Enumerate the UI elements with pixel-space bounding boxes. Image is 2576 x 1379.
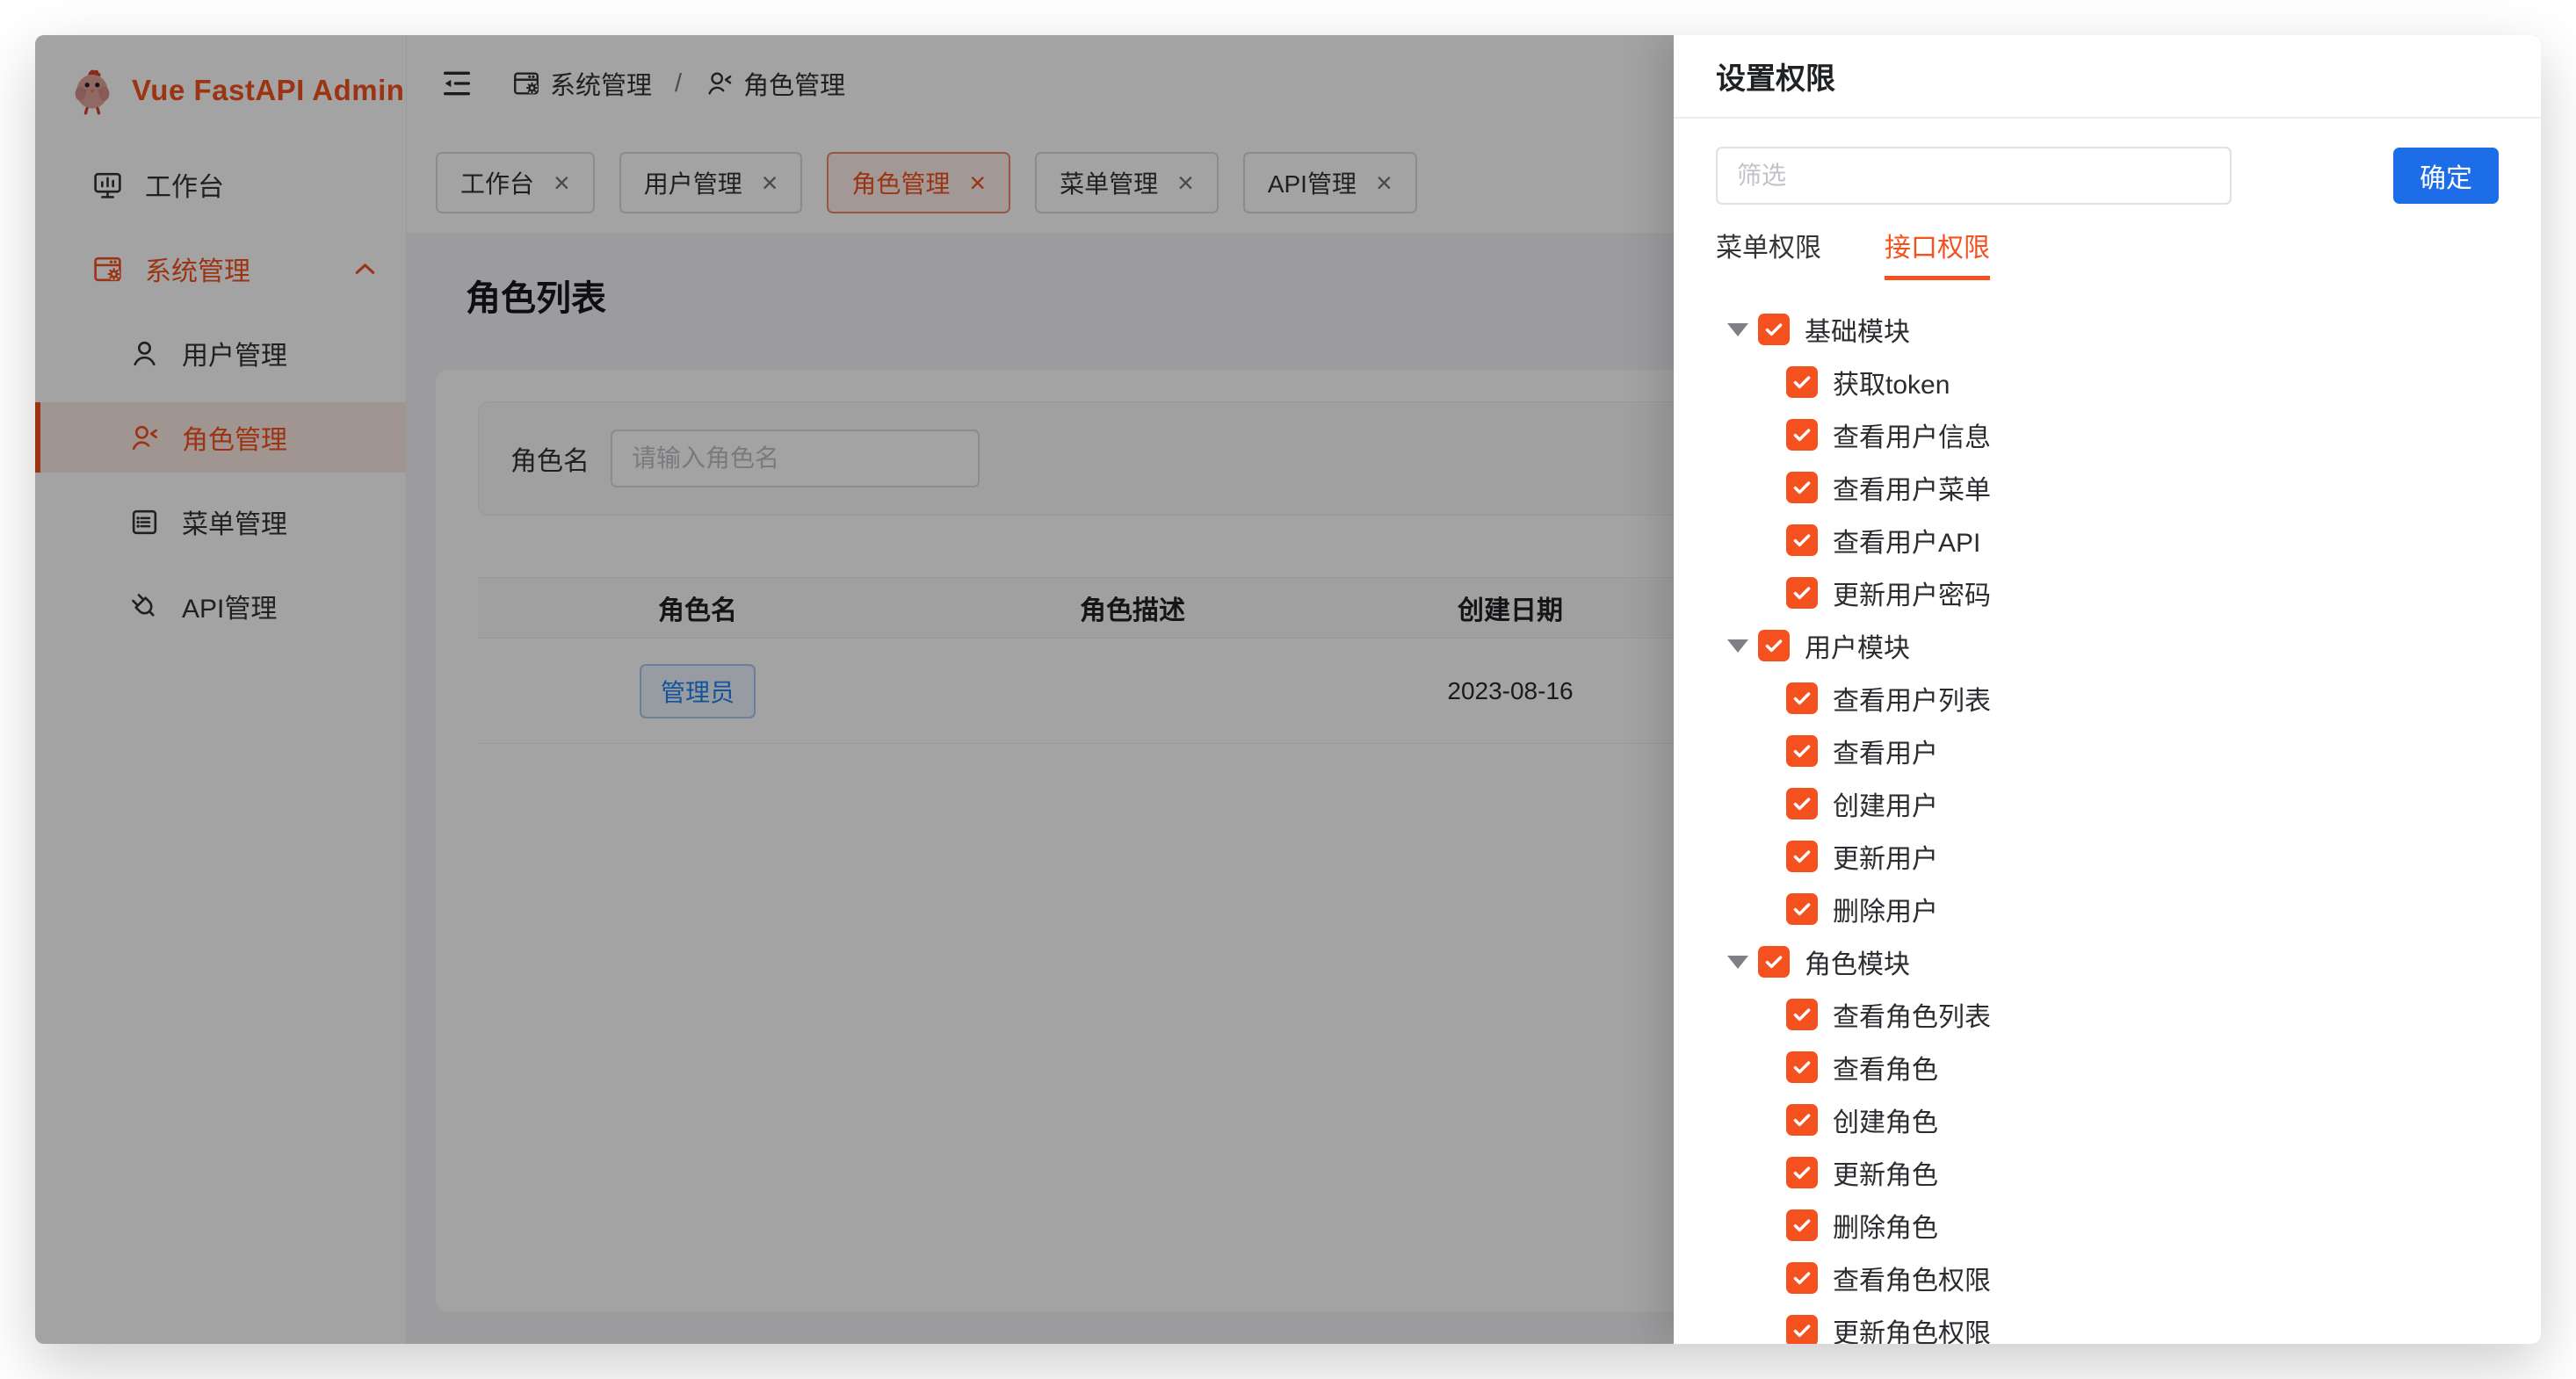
tree-node-child[interactable]: 查看角色权限 [1786, 1252, 2499, 1304]
caret-down-icon[interactable] [1727, 323, 1748, 336]
tree-node-child[interactable]: 删除角色 [1786, 1199, 2499, 1252]
filter-input[interactable] [1716, 147, 2232, 205]
filter-row: 确定 [1716, 147, 2499, 205]
tree-node-child[interactable]: 创建用户 [1786, 777, 2499, 830]
confirm-button[interactable]: 确定 [2393, 148, 2499, 204]
checkbox-checked-icon[interactable] [1786, 1051, 1818, 1083]
checkbox-checked-icon[interactable] [1758, 630, 1790, 661]
tree-node-child[interactable]: 获取token [1786, 356, 2499, 408]
tree-node-label: 角色模块 [1805, 942, 1910, 981]
checkbox-checked-icon[interactable] [1786, 682, 1818, 714]
drawer-title: 设置权限 [1674, 35, 2541, 119]
tree-node-label: 基础模块 [1805, 310, 1910, 349]
set-permissions-drawer: 设置权限 确定 菜单权限 接口权限 基础模块 获取token [1674, 35, 2541, 1344]
tree-node-child[interactable]: 更新用户 [1786, 830, 2499, 883]
tree-node-label: 删除角色 [1833, 1206, 1938, 1245]
tree-node-child[interactable]: 更新角色 [1786, 1146, 2499, 1199]
tree-node-label: 创建角色 [1833, 1101, 1938, 1139]
checkbox-checked-icon[interactable] [1786, 735, 1818, 767]
tree-node-label: 查看用户信息 [1833, 415, 1991, 454]
caret-down-icon[interactable] [1727, 956, 1748, 969]
checkbox-checked-icon[interactable] [1786, 1209, 1818, 1241]
tree-node-label: 查看用户 [1833, 732, 1938, 770]
tree-node-label: 创建用户 [1833, 784, 1938, 823]
checkbox-checked-icon[interactable] [1786, 841, 1818, 872]
checkbox-checked-icon[interactable] [1786, 1315, 1818, 1344]
checkbox-checked-icon[interactable] [1786, 1104, 1818, 1136]
tab-menu-permissions[interactable]: 菜单权限 [1716, 226, 1821, 280]
checkbox-checked-icon[interactable] [1786, 366, 1818, 398]
tree-node-child[interactable]: 查看角色列表 [1786, 988, 2499, 1041]
checkbox-checked-icon[interactable] [1786, 788, 1818, 819]
checkbox-checked-icon[interactable] [1786, 999, 1818, 1030]
tree-node-parent[interactable]: 角色模块 [1727, 935, 2499, 988]
tree-node-parent[interactable]: 用户模块 [1727, 619, 2499, 672]
tree-node-child[interactable]: 查看用户列表 [1786, 672, 2499, 725]
checkbox-checked-icon[interactable] [1758, 946, 1790, 978]
tree-node-child[interactable]: 查看用户API [1786, 514, 2499, 567]
tree-node-label: 查看用户菜单 [1833, 468, 1991, 507]
permission-tree: 基础模块 获取token 查看用户信息 查看用户菜单 查看用户API [1716, 303, 2499, 1344]
checkbox-checked-icon[interactable] [1786, 524, 1818, 556]
tree-node-label: 查看用户列表 [1833, 679, 1991, 718]
tree-node-label: 更新角色 [1833, 1153, 1938, 1192]
tree-node-child[interactable]: 更新角色权限 [1786, 1304, 2499, 1344]
caret-down-icon[interactable] [1727, 639, 1748, 653]
tree-node-label: 更新用户 [1833, 837, 1938, 876]
permission-tabs: 菜单权限 接口权限 [1716, 226, 2499, 280]
tree-node-label: 查看用户API [1833, 521, 1980, 560]
checkbox-checked-icon[interactable] [1786, 419, 1818, 451]
tree-node-label: 获取token [1833, 363, 1950, 401]
checkbox-checked-icon[interactable] [1786, 1157, 1818, 1188]
checkbox-checked-icon[interactable] [1786, 1262, 1818, 1294]
tree-node-child[interactable]: 删除用户 [1786, 883, 2499, 935]
tab-api-permissions[interactable]: 接口权限 [1885, 226, 1990, 280]
checkbox-checked-icon[interactable] [1786, 472, 1818, 503]
tree-node-child[interactable]: 查看用户菜单 [1786, 461, 2499, 514]
tree-node-label: 更新用户密码 [1833, 574, 1991, 612]
tree-node-child[interactable]: 更新用户密码 [1786, 567, 2499, 619]
tree-node-label: 删除用户 [1833, 890, 1938, 928]
checkbox-checked-icon[interactable] [1786, 577, 1818, 609]
checkbox-checked-icon[interactable] [1758, 314, 1790, 345]
tree-node-parent[interactable]: 基础模块 [1727, 303, 2499, 356]
tree-node-label: 查看角色 [1833, 1048, 1938, 1087]
tree-node-label: 查看角色权限 [1833, 1259, 1991, 1297]
tree-node-child[interactable]: 创建角色 [1786, 1094, 2499, 1146]
tree-node-label: 更新角色权限 [1833, 1311, 1991, 1344]
tree-node-label: 查看角色列表 [1833, 995, 1991, 1034]
checkbox-checked-icon[interactable] [1786, 893, 1818, 925]
tree-node-child[interactable]: 查看角色 [1786, 1041, 2499, 1094]
tree-node-child[interactable]: 查看用户 [1786, 725, 2499, 777]
tree-node-child[interactable]: 查看用户信息 [1786, 408, 2499, 461]
app-window: Vue FastAPI Admin 工作台 系统管理 用户管理 角色管理 [35, 35, 2541, 1344]
tree-node-label: 用户模块 [1805, 626, 1910, 665]
drawer-body: 确定 菜单权限 接口权限 基础模块 获取token 查 [1674, 119, 2541, 1344]
